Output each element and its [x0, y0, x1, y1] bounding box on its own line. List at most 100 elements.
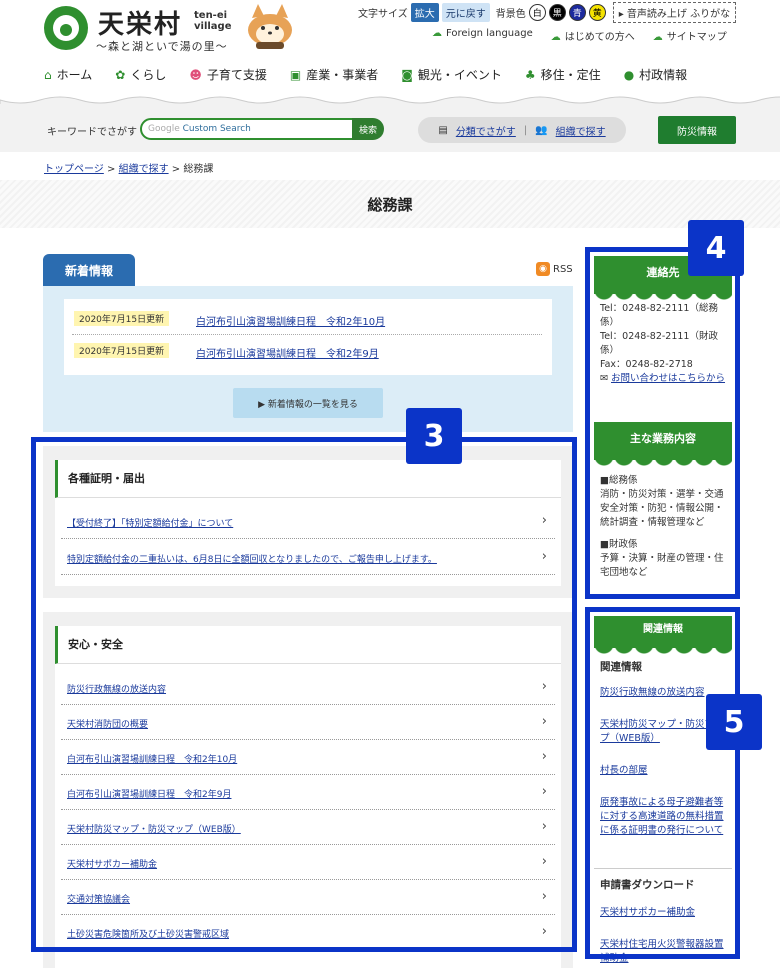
camera-icon: ◙: [401, 67, 413, 82]
section-link[interactable]: 交通対策協議会: [67, 892, 130, 905]
news-link[interactable]: 白河布引山演習場訓練日程 令和2年9月: [196, 345, 379, 360]
chevron-right-icon: ›: [541, 819, 547, 834]
list-item[interactable]: 防災行政無線の放送内容 ›: [61, 670, 555, 705]
foreign-language-link[interactable]: ☁ Foreign language: [432, 28, 533, 43]
chevron-right-icon: ›: [541, 889, 547, 904]
bg-yellow-button[interactable]: 黄: [588, 4, 606, 21]
breadcrumb-org[interactable]: 組織で探す: [119, 164, 169, 175]
related-link[interactable]: 天栄村防災マップ・防災マップ（WEB版）: [600, 719, 724, 744]
list-item[interactable]: 白河布引山演習場訓練日程 令和2年10月 ›: [61, 740, 555, 775]
annotation-label-4: 4: [688, 220, 744, 276]
download-link[interactable]: 天栄村サポカー補助金: [600, 907, 695, 918]
nav-tourism[interactable]: ◙ 観光・イベント: [401, 66, 502, 83]
nav-label: 産業・事業者: [306, 68, 379, 82]
annotation-label-3: 3: [406, 408, 462, 464]
category-search-link[interactable]: 分類でさがす: [456, 123, 516, 138]
list-item[interactable]: 交通対策協議会 ›: [61, 880, 555, 915]
home-icon: ⌂: [44, 67, 52, 82]
nav-childcare[interactable]: ☻ 子育て支援: [189, 66, 267, 83]
organization-search-link[interactable]: 組織で探す: [556, 123, 606, 138]
nav-government[interactable]: ● 村政情報: [624, 66, 688, 83]
contact-box: 連絡先 Tel：0248-82-2111（総務係） Tel：0248-82-21…: [594, 256, 732, 404]
section-link[interactable]: 【受付終了】「特別定額給付金」について: [67, 516, 233, 529]
bg-black-button[interactable]: 黒: [548, 4, 566, 21]
section-link[interactable]: 天栄村サポカー補助金: [67, 857, 157, 870]
news-panel: 2020年7月15日更新 白河布引山演習場訓練日程 令和2年10月 2020年7…: [43, 286, 573, 432]
section-link[interactable]: 天栄村防災マップ・防災マップ（WEB版）: [67, 822, 241, 835]
site-title-roman: ten-ei village: [194, 10, 232, 32]
font-reset-button[interactable]: 元に戻す: [441, 3, 490, 22]
contact-details: Tel：0248-82-2111（総務係） Tel：0248-82-2111（財…: [600, 302, 730, 386]
news-more-button[interactable]: ▶ 新着情報の一覧を見る: [233, 388, 383, 418]
news-list: 2020年7月15日更新 白河布引山演習場訓練日程 令和2年10月 2020年7…: [64, 299, 552, 375]
page-title-band: 総務課: [0, 180, 780, 228]
sitemap-link[interactable]: ☁ サイトマップ: [653, 28, 727, 43]
sublink-label: はじめての方へ: [564, 32, 635, 43]
duty-text: 消防・防災対策・選挙・交通安全対策・防犯・情報公開・統計調査・情報管理など: [600, 489, 724, 528]
list-item[interactable]: 天栄村消防団の概要 ›: [61, 705, 555, 740]
breadcrumb-top[interactable]: トップページ: [44, 164, 104, 175]
section-link[interactable]: 白河布引山演習場訓練日程 令和2年9月: [67, 787, 231, 800]
list-item: 2020年7月15日更新 白河布引山演習場訓練日程 令和2年10月: [72, 303, 542, 335]
search-input[interactable]: Google Custom Search: [140, 118, 354, 140]
font-enlarge-button[interactable]: 拡大: [410, 3, 439, 22]
list-item[interactable]: 土砂災害危険箇所及び土砂災害警戒区域 ›: [61, 915, 555, 950]
speech-icon: ●: [623, 67, 635, 82]
breadcrumb-current: 総務課: [183, 164, 214, 175]
mail-icon: ✉: [600, 373, 608, 384]
disaster-info-button[interactable]: 防災情報: [658, 116, 736, 144]
related-heading: 関連情報: [594, 616, 732, 654]
download-link[interactable]: 天栄村住宅用火災警報器設置補助金: [600, 939, 724, 964]
section-link[interactable]: 土砂災害危険箇所及び土砂災害警戒区域: [67, 927, 229, 940]
related-link[interactable]: 原発事故による母子避難者等に対する高速道路の無料措置に係る証明書の発行について: [600, 797, 724, 836]
divider: [594, 868, 732, 869]
section-link[interactable]: 天栄村消防団の概要: [67, 717, 148, 730]
accessibility-tools: 文字サイズ 拡大 元に戻す 背景色 白 黒 青 黄 ▸ 音声読み上げ ふりがな: [358, 2, 737, 23]
sprout-icon: ♣: [524, 67, 536, 82]
bg-blue-button[interactable]: 青: [568, 4, 586, 21]
village-logo-icon[interactable]: [44, 6, 88, 50]
contact-tel-1: Tel：0248-82-2111（総務係）: [600, 303, 718, 328]
nav-home[interactable]: ⌂ ホーム: [44, 66, 92, 83]
list-item[interactable]: 白河布引山演習場訓練日程 令和2年9月 ›: [61, 775, 555, 810]
news-date: 2020年7月15日更新: [74, 343, 170, 358]
nav-living[interactable]: ✿ くらし: [115, 66, 166, 83]
related-link[interactable]: 村長の部屋: [600, 765, 648, 776]
sublink-label: サイトマップ: [666, 32, 727, 43]
font-size-label: 文字サイズ: [358, 9, 408, 20]
news-tab[interactable]: 新着情報: [43, 254, 135, 286]
section-link[interactable]: 白河布引山演習場訓練日程 令和2年10月: [67, 752, 237, 765]
nav-migration[interactable]: ♣ 移住・定住: [525, 66, 601, 83]
voice-furigana-button[interactable]: ▸ 音声読み上げ ふりがな: [612, 2, 737, 23]
list-item[interactable]: 【受付終了】「特別定額給付金」について ›: [61, 504, 555, 539]
section-link[interactable]: 特別定額給付金の二重払いは、6月8日に全額回収となりましたので、ご報告申し上げま…: [67, 552, 437, 565]
related-box: 関連情報 関連情報 防災行政無線の放送内容 天栄村防災マップ・防災マップ（WEB…: [594, 616, 732, 968]
roman-line-2: village: [194, 21, 232, 32]
rss-link[interactable]: ◉ RSS: [536, 262, 573, 276]
related-link[interactable]: 防災行政無線の放送内容: [600, 687, 705, 698]
page-title: 総務課: [367, 196, 413, 214]
section-card: 各種証明・届出 【受付終了】「特別定額給付金」について › 特別定額給付金の二重払…: [55, 460, 561, 586]
first-time-link[interactable]: ☁ はじめての方へ: [551, 28, 635, 43]
nav-label: 村政情報: [639, 68, 688, 82]
news-link[interactable]: 白河布引山演習場訓練日程 令和2年10月: [196, 313, 385, 328]
annotation-label-5: 5: [706, 694, 762, 750]
nav-label: ホーム: [56, 68, 93, 82]
sublink-label: Foreign language: [446, 28, 533, 39]
contact-form-link[interactable]: お問い合わせはこちらから: [611, 373, 725, 384]
people-icon: 👥: [535, 124, 548, 136]
duties-box: 主な業務内容 ■総務係 消防・防災対策・選挙・交通安全対策・防犯・情報公開・統計…: [594, 422, 732, 592]
duties-heading: 主な業務内容: [594, 422, 732, 466]
list-item[interactable]: 特別定額給付金の二重払いは、6月8日に全額回収となりましたので、ご報告申し上げま…: [61, 540, 555, 575]
section-link[interactable]: 防災行政無線の放送内容: [67, 682, 166, 695]
list-item: 2020年7月15日更新 白河布引山演習場訓練日程 令和2年9月: [72, 335, 542, 367]
site-title[interactable]: 天栄村: [98, 4, 182, 41]
list-item[interactable]: 天栄村サポカー補助金 ›: [61, 845, 555, 880]
bg-white-button[interactable]: 白: [528, 4, 546, 21]
list-item[interactable]: 天栄村防災マップ・防災マップ（WEB版） ›: [61, 810, 555, 845]
mascot-icon: [248, 4, 292, 49]
baby-icon: ☻: [189, 67, 202, 82]
nav-industry[interactable]: ▣ 産業・事業者: [290, 66, 378, 83]
search-button[interactable]: 検索: [352, 118, 384, 140]
site-header: 天栄村 ten-ei village ～森と湖といで湯の里～ 文字サイズ 拡大 …: [0, 0, 780, 100]
